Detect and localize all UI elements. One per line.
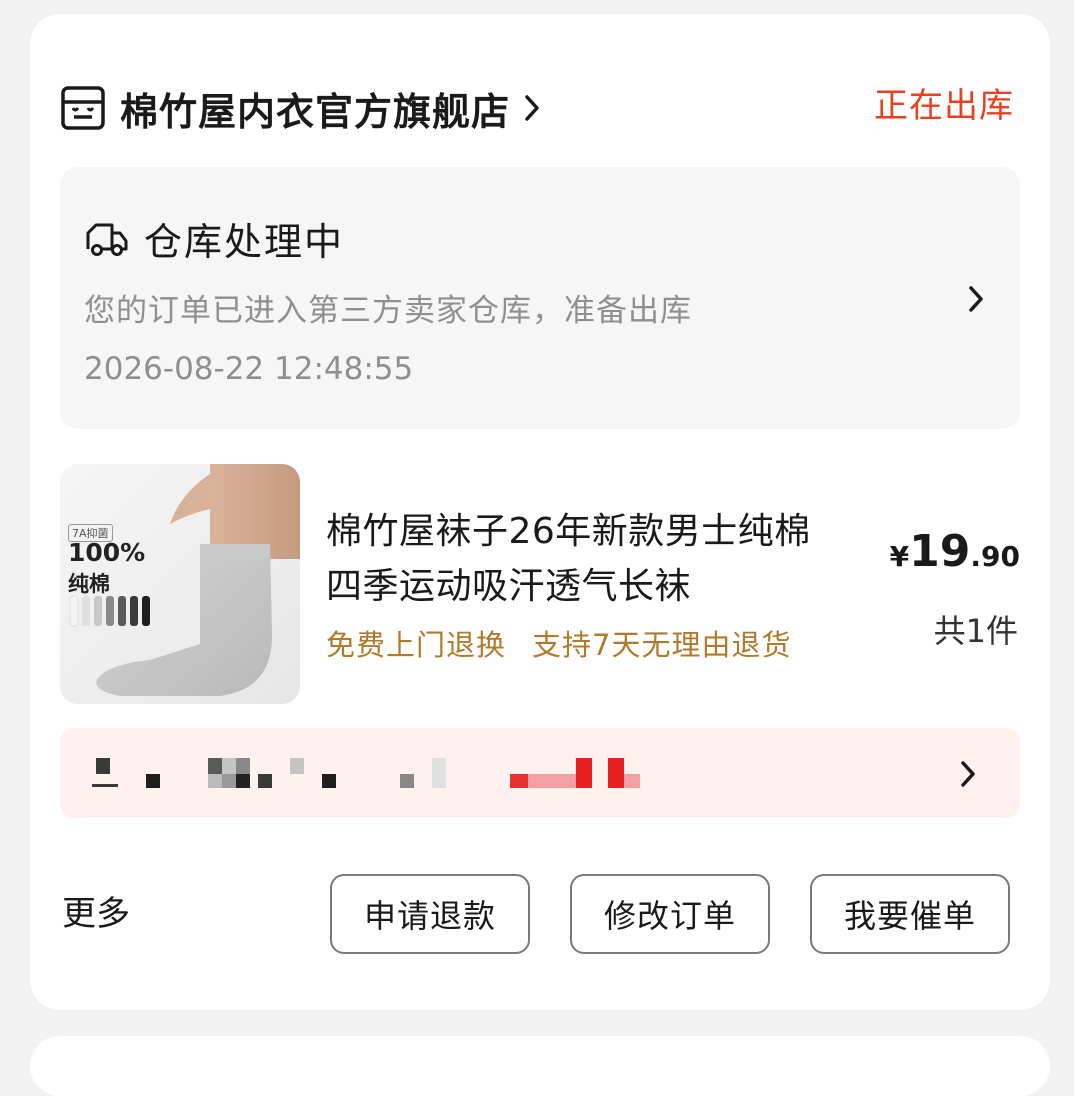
chevron-right-icon xyxy=(961,761,975,787)
product-quantity: 共1件 xyxy=(933,612,1018,650)
modify-order-button[interactable]: 修改订单 xyxy=(570,874,770,954)
promo-banner[interactable] xyxy=(60,728,1020,818)
truck-icon xyxy=(86,223,128,256)
service-tag: 支持7天无理由退货 xyxy=(532,628,792,662)
order-card: 棉竹屋内衣官方旗舰店 正在出库 仓库处理中 您的订单已进入第三方卖家仓库，准备出… xyxy=(30,14,1050,1010)
logistics-panel[interactable]: 仓库处理中 您的订单已进入第三方卖家仓库，准备出库 2026-08-22 12:… xyxy=(60,167,1020,429)
logistics-timestamp: 2026-08-22 12:48:55 xyxy=(84,351,414,387)
chevron-right-icon xyxy=(969,286,983,312)
price-currency: ¥ xyxy=(889,540,910,573)
image-percent: 100% xyxy=(68,538,146,567)
price-integer: 19 xyxy=(909,526,971,577)
store-icon xyxy=(61,86,105,130)
more-button[interactable]: 更多 xyxy=(62,886,130,935)
image-material: 纯棉 xyxy=(68,572,110,596)
product-image[interactable]: 7A抑菌 100% 纯棉 xyxy=(60,464,300,704)
next-order-card xyxy=(30,1036,1050,1096)
product-title[interactable]: 棉竹屋袜子26年新款男士纯棉四季运动吸汗透气长袜 xyxy=(326,504,846,614)
order-status: 正在出库 xyxy=(874,86,1014,126)
logistics-description: 您的订单已进入第三方卖家仓库，准备出库 xyxy=(84,293,692,329)
product-price: ¥19.90 xyxy=(890,526,1020,577)
price-decimal: .90 xyxy=(970,540,1020,573)
store-name: 棉竹屋内衣官方旗舰店 xyxy=(120,89,511,134)
logistics-title: 仓库处理中 xyxy=(144,220,345,264)
chevron-right-icon xyxy=(525,95,539,121)
service-tag: 免费上门退换 xyxy=(326,628,507,662)
store-link[interactable]: 棉竹屋内衣官方旗舰店 xyxy=(60,68,542,148)
urge-order-button[interactable]: 我要催单 xyxy=(810,874,1010,954)
refund-button[interactable]: 申请退款 xyxy=(330,874,530,954)
service-tags: 免费上门退换 支持7天无理由退货 xyxy=(326,622,791,664)
